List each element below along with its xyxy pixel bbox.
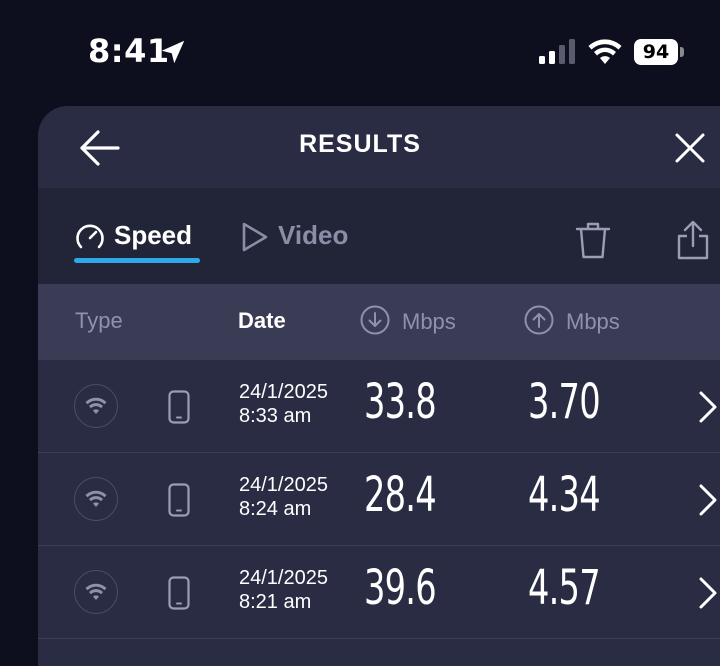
column-upload-label: Mbps [566, 308, 620, 334]
phone-icon [168, 390, 190, 424]
result-date: 24/1/2025 [239, 474, 328, 496]
battery-level: 94 [634, 39, 678, 65]
trash-icon[interactable] [574, 220, 612, 260]
results-card: RESULTS Speed Video Type Date Mbps Mbps … [38, 106, 720, 666]
upload-speed: 4.34 [528, 467, 601, 523]
play-icon [242, 222, 268, 252]
page-title: RESULTS [299, 130, 421, 158]
download-arrow-icon [360, 305, 390, 335]
connection-badge [74, 570, 118, 614]
tab-bar: Speed Video [38, 188, 720, 284]
result-row[interactable]: 24/1/2025 8:33 am 33.8 3.70 [38, 360, 720, 453]
speedometer-icon [76, 224, 104, 249]
wifi-icon [85, 583, 107, 600]
download-speed: 33.8 [364, 374, 437, 430]
results-header: RESULTS [38, 106, 720, 188]
upload-arrow-icon [524, 305, 554, 335]
result-datetime: 24/1/2025 8:33 am [239, 380, 328, 428]
column-download[interactable]: Mbps [360, 305, 456, 338]
upload-speed: 3.70 [528, 374, 601, 430]
download-speed: 28.4 [364, 467, 437, 523]
result-datetime: 24/1/2025 8:21 am [239, 566, 328, 614]
result-date: 24/1/2025 [239, 381, 328, 403]
result-row[interactable]: 24/1/2025 8:21 am 39.6 4.57 [38, 546, 720, 639]
battery-nub [680, 47, 684, 57]
tab-video-label: Video [278, 220, 349, 250]
chevron-right-icon[interactable] [698, 390, 718, 424]
download-speed: 39.6 [364, 560, 437, 616]
tab-speed-label: Speed [114, 220, 193, 250]
result-time: 8:24 am [239, 498, 312, 520]
cellular-signal-icon [539, 39, 575, 64]
close-icon[interactable] [674, 132, 706, 164]
location-arrow-icon [161, 40, 185, 64]
wifi-icon [85, 490, 107, 507]
share-icon[interactable] [676, 220, 710, 260]
wifi-status-icon [588, 39, 622, 64]
chevron-right-icon[interactable] [698, 483, 718, 517]
result-time: 8:21 am [239, 591, 312, 613]
column-header: Type Date Mbps Mbps [38, 284, 720, 360]
result-row[interactable]: 24/1/2025 8:24 am 28.4 4.34 [38, 453, 720, 546]
chevron-right-icon[interactable] [698, 576, 718, 610]
column-upload[interactable]: Mbps [524, 305, 620, 338]
status-bar: 8:41 94 [0, 0, 720, 104]
phone-icon [168, 483, 190, 517]
connection-badge [74, 477, 118, 521]
result-datetime: 24/1/2025 8:24 am [239, 473, 328, 521]
results-list: 24/1/2025 8:33 am 33.8 3.70 24/1/2025 8:… [38, 360, 720, 639]
column-date[interactable]: Date [238, 308, 286, 334]
upload-speed: 4.57 [528, 560, 601, 616]
phone-icon [168, 576, 190, 610]
column-download-label: Mbps [402, 308, 456, 334]
active-tab-indicator [74, 258, 200, 263]
connection-badge [74, 384, 118, 428]
result-date: 24/1/2025 [239, 567, 328, 589]
column-type[interactable]: Type [75, 308, 123, 334]
wifi-icon [85, 397, 107, 414]
result-time: 8:33 am [239, 405, 312, 427]
battery-indicator: 94 [634, 39, 684, 65]
